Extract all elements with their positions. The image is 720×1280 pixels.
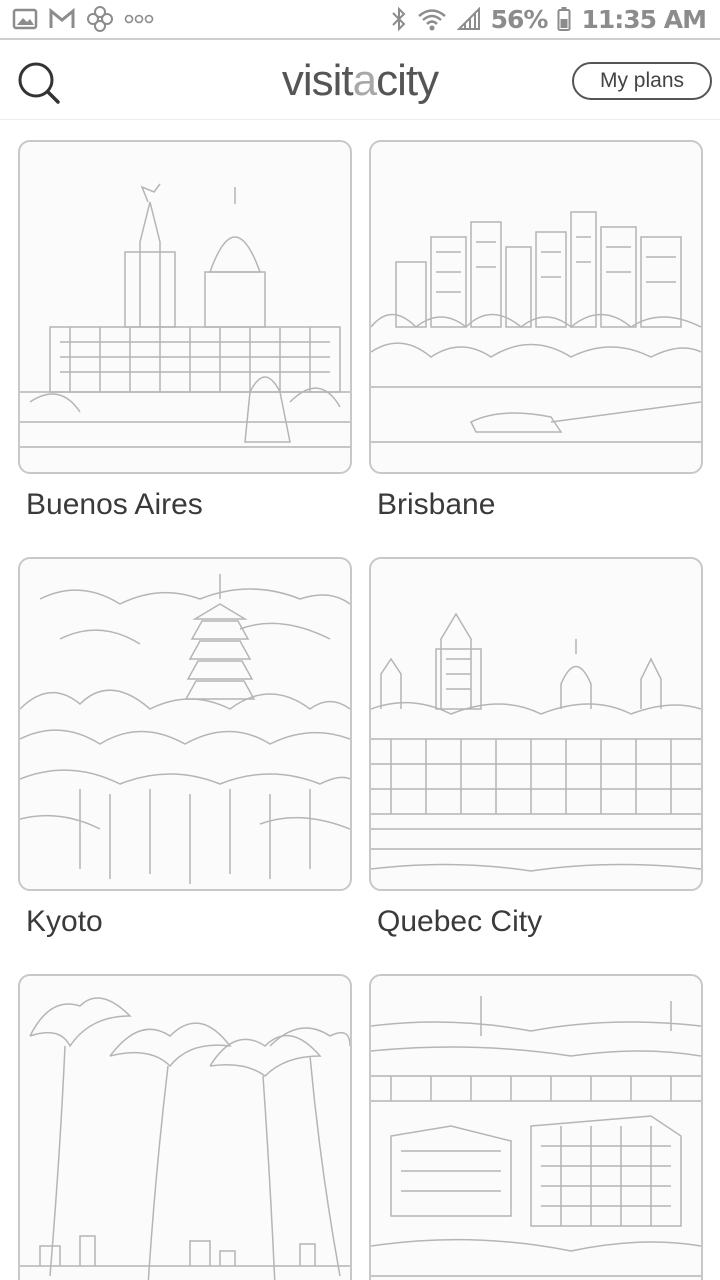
search-icon (18, 62, 60, 104)
logo-text-visit: visit (281, 55, 354, 105)
city-image-buenos-aires (18, 140, 352, 474)
city-grid: Buenos Aires Brisbane Kyoto Quebec City (0, 120, 720, 1280)
logo-text-city: city (376, 55, 439, 105)
city-image-quebec-city (369, 557, 703, 891)
my-plans-button[interactable]: My plans (572, 62, 712, 100)
city-card-brisbane[interactable]: Brisbane (369, 140, 703, 522)
app-header: visitacity My plans (0, 42, 720, 120)
clock: 11:35 AM (581, 4, 707, 34)
app-logo: visitacity (281, 55, 439, 106)
city-image-kyoto (18, 557, 352, 891)
city-name: Quebec City (377, 905, 543, 938)
status-bar: 56% 11:35 AM (0, 0, 720, 40)
logo-text-accent: a (352, 55, 378, 105)
signal-icon (456, 7, 480, 30)
gallery-icon (12, 8, 38, 30)
city-image-5 (18, 974, 352, 1280)
search-button[interactable] (16, 60, 64, 108)
city-name: Kyoto (26, 905, 103, 938)
city-image-6 (369, 974, 703, 1280)
system-icons: 56% 11:35 AM (391, 4, 707, 34)
more-icon (124, 14, 154, 24)
battery-percent: 56% (490, 4, 549, 34)
city-name: Buenos Aires (26, 488, 203, 521)
city-card-6[interactable] (369, 974, 703, 1280)
city-name: Brisbane (377, 488, 496, 521)
notification-icons (12, 5, 154, 33)
bluetooth-icon (391, 6, 406, 32)
city-card-kyoto[interactable]: Kyoto (18, 557, 352, 939)
wifi-icon (417, 9, 446, 31)
city-card-quebec-city[interactable]: Quebec City (369, 557, 703, 939)
city-card-buenos-aires[interactable]: Buenos Aires (18, 140, 352, 522)
city-image-brisbane (369, 140, 703, 474)
battery-icon (557, 7, 571, 31)
gmail-icon (49, 7, 75, 28)
flower-icon (87, 6, 113, 32)
city-card-5[interactable] (18, 974, 352, 1280)
